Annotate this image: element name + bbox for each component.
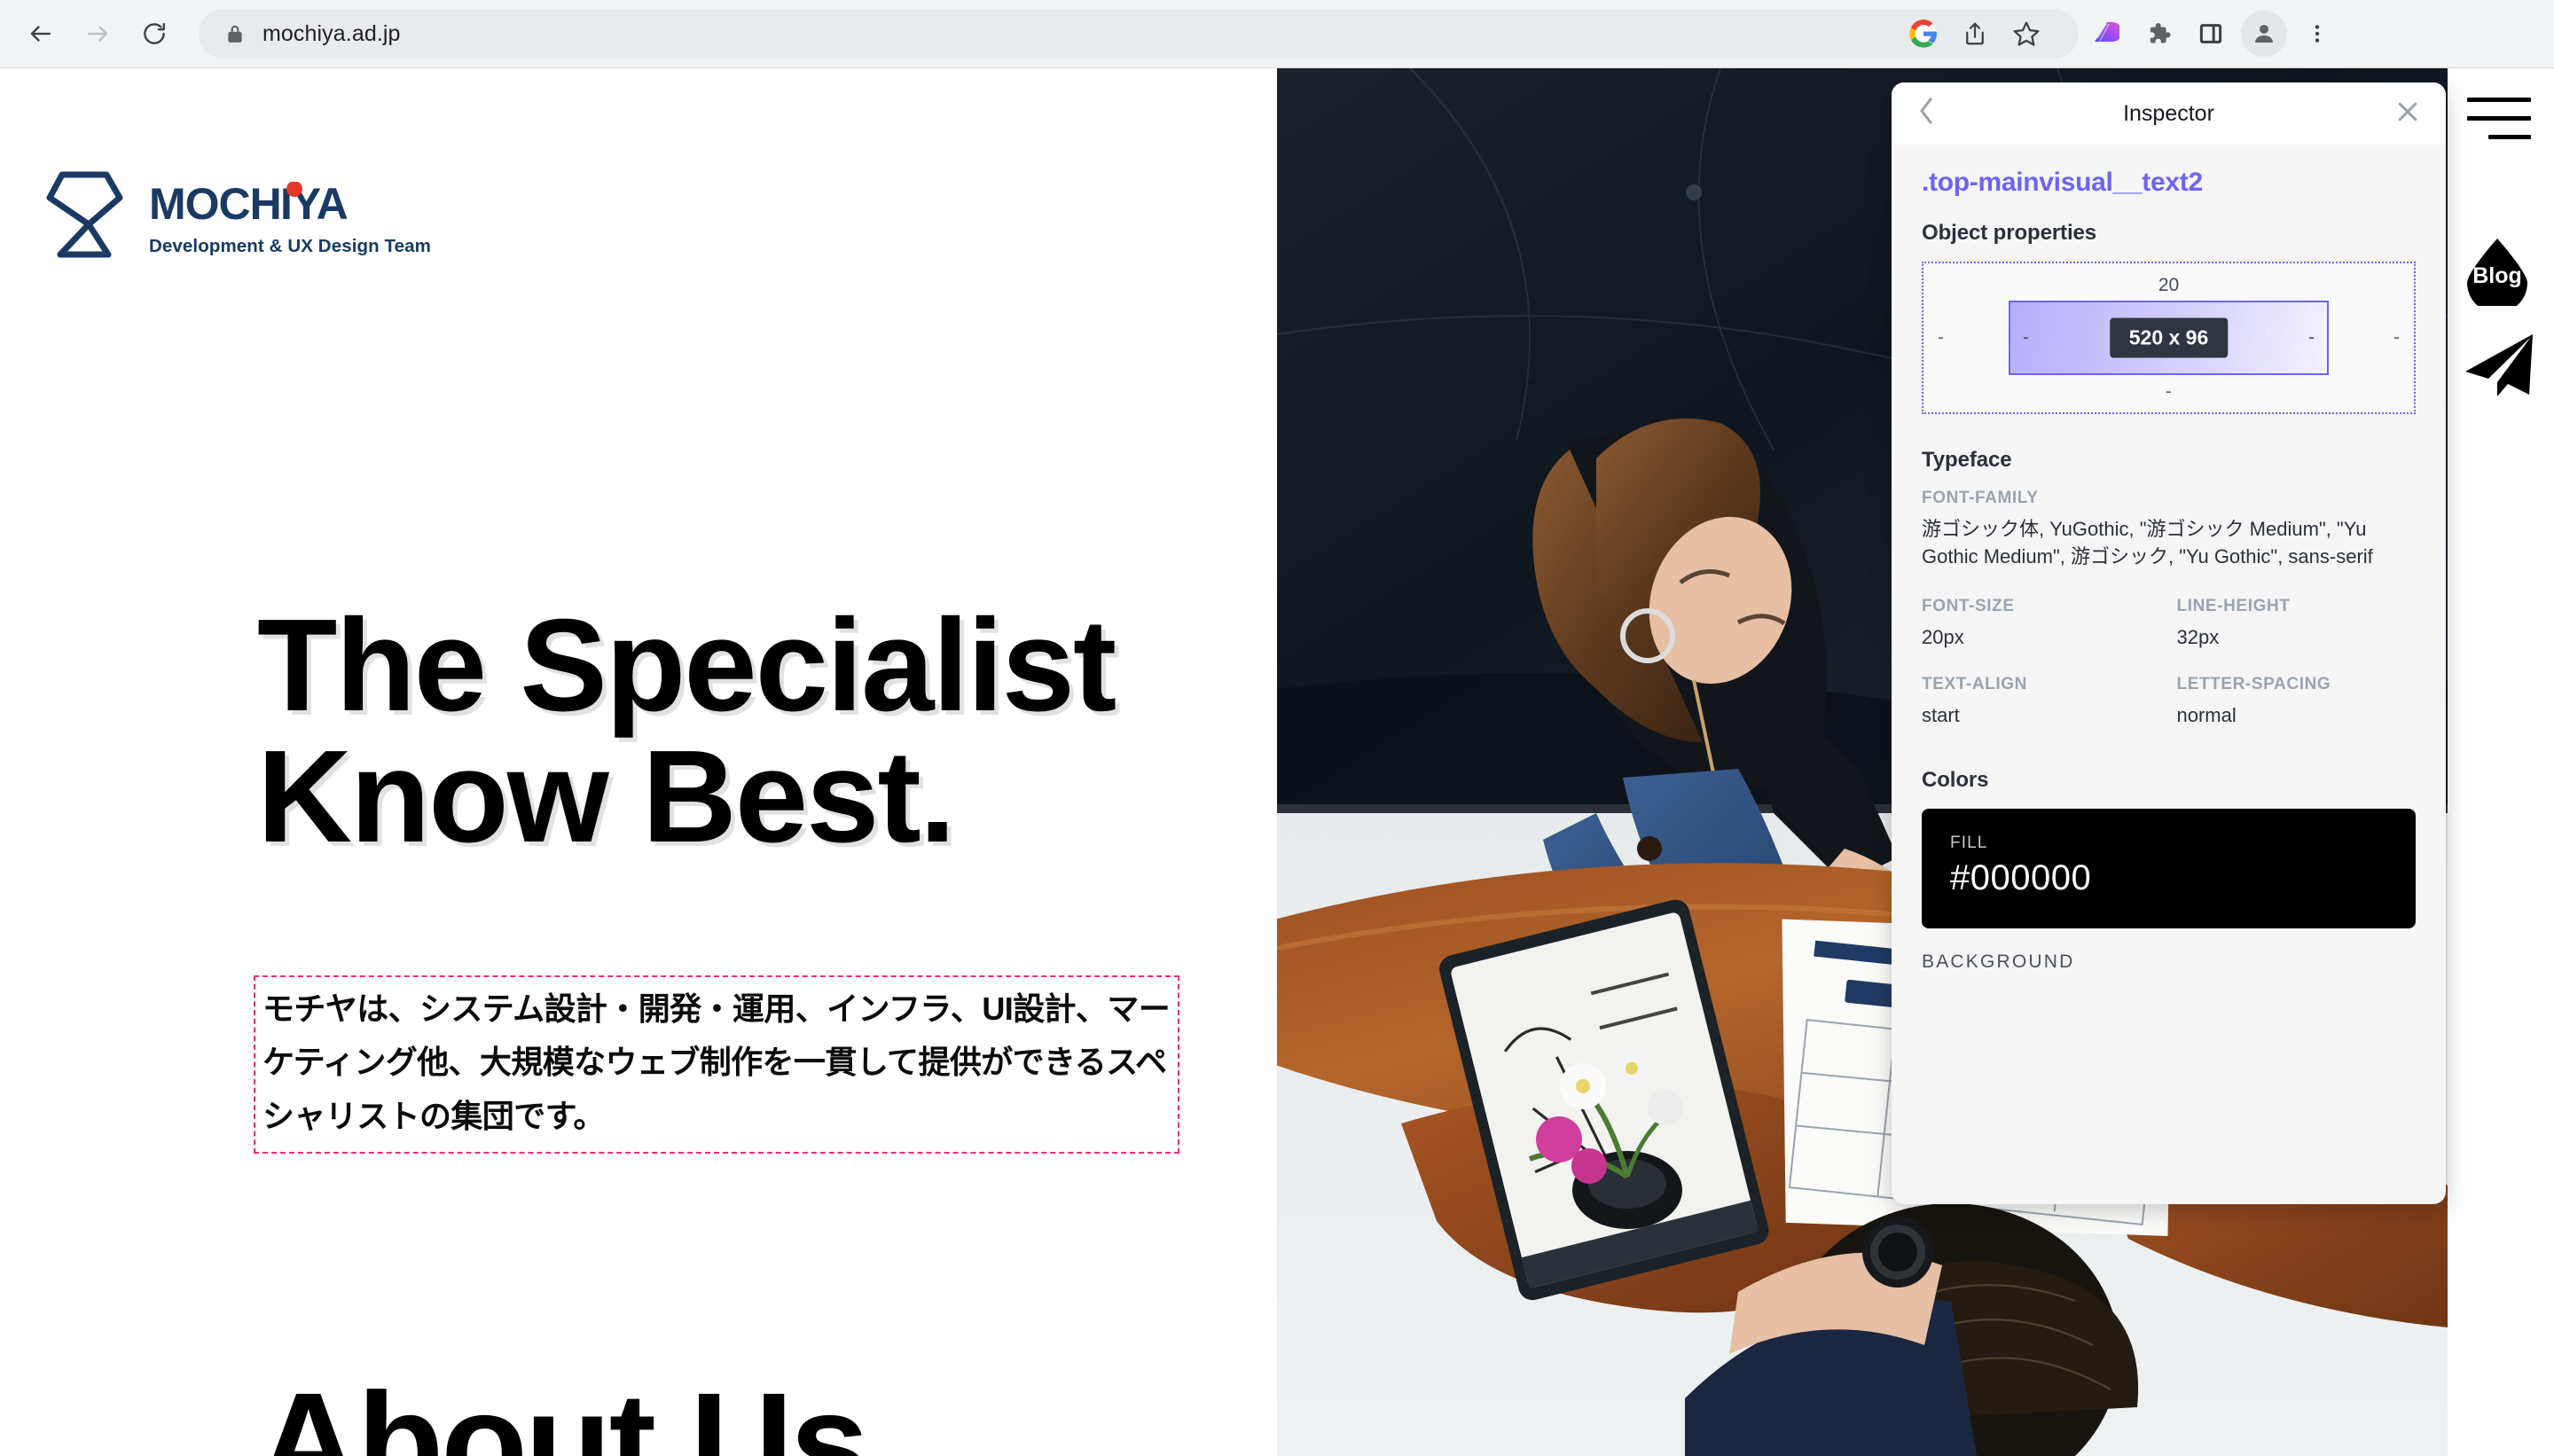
text-align-label: TEXT-ALIGN [1922,674,2027,693]
inspected-element-paragraph[interactable]: モチヤは、システム設計・開発・運用、インフラ、UI設計、マーケティング他、大規模… [254,975,1179,1155]
fill-hex-value: #000000 [1950,857,2092,897]
browser-toolbar: mochiya.ad.jp [0,0,2554,68]
typeface-property-grid: FONT-SIZE 20px LINE-HEIGHT 32px TEXT-ALI… [1922,597,2416,728]
margin-right-value: - [2393,327,2400,348]
blog-badge-button[interactable]: Blog [2464,237,2531,313]
margin-bottom-value: - [2166,381,2172,402]
typeface-title: Typeface [1922,448,2012,472]
font-family-value: 游ゴシック体, YuGothic, "游ゴシック Medium", "Yu Go… [1922,518,2373,568]
lock-icon [222,23,248,44]
inspector-body: .top-mainvisual__text2 Object properties… [1892,145,2446,973]
font-size-label: FONT-SIZE [1922,597,2015,616]
back-button[interactable] [16,9,66,59]
colors-section: Colors FILL #000000 BACKGROUND [1922,768,2416,973]
navigation-buttons [0,9,179,59]
paper-plane-contact-icon[interactable] [2462,333,2536,398]
padding-left-value: - [2023,327,2029,348]
letter-spacing-value: normal [2176,703,2237,726]
blog-label: Blog [2472,262,2522,288]
font-family-property: FONT-FAMILY 游ゴシック体, YuGothic, "游ゴシック Med… [1922,489,2416,570]
margin-top-value: 20 [2158,275,2180,295]
chrome-menu-icon[interactable] [2292,8,2343,59]
colors-title: Colors [1922,767,1989,792]
fill-label: FILL [1950,833,1988,852]
chevron-left-icon[interactable] [1916,96,1947,131]
box-model-diagram: 20 - - - - - - - 520 x 96 [1922,262,2416,414]
right-rail: Blog [2448,68,2554,1456]
font-family-label: FONT-FAMILY [1922,489,2039,507]
about-us-heading: About Us [257,1363,869,1456]
inspector-panel: Inspector .top-mainvisual__text2 Object … [1892,82,2446,1204]
font-size-value: 20px [1922,626,1964,649]
hamburger-menu-icon[interactable] [2467,98,2531,149]
inspector-header: Inspector [1892,82,2446,145]
svg-text:MOCH: MOCH [149,182,281,228]
reload-button[interactable] [129,9,179,59]
address-bar[interactable]: mochiya.ad.jp [199,9,2079,59]
share-icon[interactable] [1949,8,2001,59]
background-label: BACKGROUND [1922,951,2075,972]
selector-name: .top-mainvisual__text2 [1922,168,2203,197]
font-size-property: FONT-SIZE 20px [1922,597,2161,651]
profile-avatar-icon[interactable] [2238,8,2290,59]
inspector-title: Inspector [2123,100,2214,126]
extension-gradient-icon[interactable] [2079,8,2130,59]
mochiya-diamond-logo-icon [46,171,123,258]
object-properties-title: Object properties [1922,221,2097,245]
google-lens-icon[interactable] [1898,8,1949,59]
extension-puzzle-icon[interactable] [2132,8,2183,59]
url-text: mochiya.ad.jp [262,20,401,46]
mochiya-wordmark: MOCH IYA [149,181,349,228]
hero-headline: The Specialist Know Best. [257,592,1116,870]
line-height-property: LINE-HEIGHT 32px [2177,597,2417,651]
browser-action-icons [2079,8,2355,59]
bookmark-star-icon[interactable] [2001,8,2052,59]
site-logo[interactable]: MOCH IYA Development & UX Design Team [43,168,477,270]
logo-tagline: Development & UX Design Team [149,235,431,256]
margin-left-value: - [1938,327,1944,348]
letter-spacing-label: LETTER-SPACING [2176,674,2331,693]
fill-color-swatch[interactable]: FILL #000000 [1922,808,2416,928]
text-align-property: TEXT-ALIGN start [1922,675,2161,729]
letter-spacing-property: LETTER-SPACING normal [2177,675,2417,729]
line-height-value: 32px [2176,626,2220,649]
line-height-label: LINE-HEIGHT [2176,597,2291,616]
close-icon[interactable] [2394,98,2421,129]
forward-button[interactable] [73,9,122,59]
text-align-value: start [1922,703,1960,726]
box-model-content-box: - - - - 520 x 96 [2009,301,2329,375]
padding-right-value: - [2308,327,2315,348]
element-size-badge: 520 x 96 [2109,317,2229,358]
typeface-section: Typeface FONT-FAMILY 游ゴシック体, YuGothic, "… [1922,448,2416,729]
side-panel-icon[interactable] [2185,8,2237,59]
